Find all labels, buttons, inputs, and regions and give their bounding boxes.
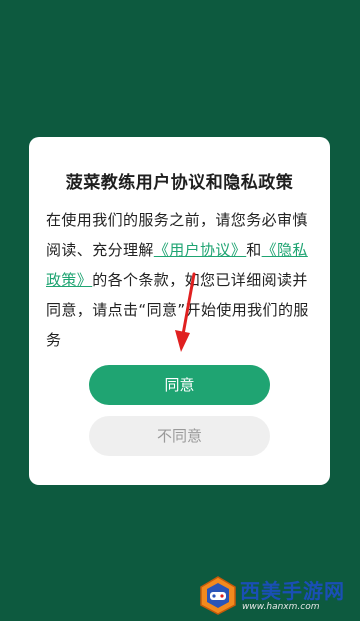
and-text: 和: [246, 241, 262, 259]
agree-button[interactable]: 同意: [89, 365, 270, 405]
red-arrow-annotation-icon: [175, 272, 196, 352]
watermark-brand-text: 西美手游网: [240, 579, 345, 603]
watermark-logo-icon: [200, 576, 236, 615]
site-watermark: 西美手游网 www.hanxm.com: [198, 575, 354, 619]
watermark-url-text: www.hanxm.com: [242, 602, 320, 612]
dialog-title: 菠菜教练用户协议和隐私政策: [65, 173, 294, 193]
disagree-button[interactable]: 不同意: [89, 416, 270, 456]
user-agreement-link[interactable]: 《用户协议》: [154, 241, 246, 259]
